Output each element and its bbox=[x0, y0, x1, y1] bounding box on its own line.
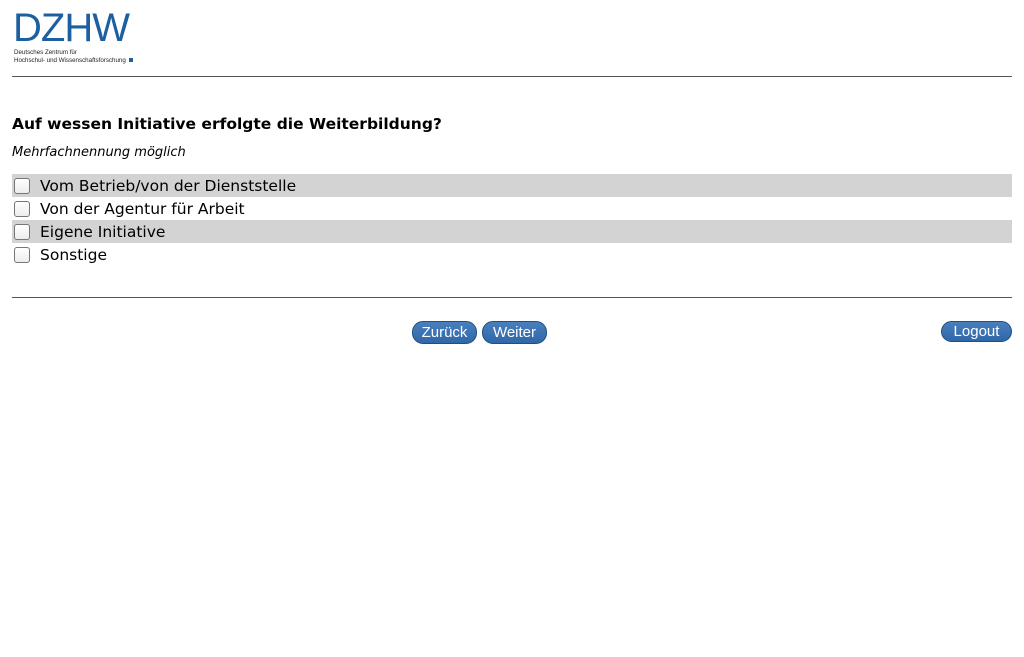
logout-button[interactable]: Logout bbox=[941, 321, 1012, 342]
answer-options: Vom Betrieb/von der Dienststelle Von der… bbox=[12, 174, 1012, 266]
checkbox-sonstige[interactable] bbox=[14, 246, 30, 263]
option-row-eigene-initiative[interactable]: Eigene Initiative bbox=[12, 220, 1012, 243]
option-label-agentur: Von der Agentur für Arbeit bbox=[40, 199, 245, 218]
next-button[interactable]: Weiter bbox=[482, 321, 547, 344]
option-label-eigene-initiative: Eigene Initiative bbox=[40, 222, 166, 241]
logo-subtitle-line2-wrap: Hochschul- und Wissenschaftsforschung bbox=[14, 57, 133, 64]
logo-subtitle-line2: Hochschul- und Wissenschaftsforschung bbox=[14, 57, 126, 64]
question-title: Auf wessen Initiative erfolgte die Weite… bbox=[12, 115, 442, 133]
checkbox-betrieb[interactable] bbox=[14, 177, 30, 194]
option-label-betrieb: Vom Betrieb/von der Dienststelle bbox=[40, 176, 297, 195]
back-button[interactable]: Zurück bbox=[412, 321, 477, 344]
option-row-agentur[interactable]: Von der Agentur für Arbeit bbox=[12, 197, 1012, 220]
dzhw-logo: DZHW Deutsches Zentrum für Hochschul- un… bbox=[13, 8, 145, 68]
logo-wordmark: DZHW bbox=[13, 6, 130, 50]
checkbox-agentur[interactable] bbox=[14, 200, 30, 217]
option-row-sonstige[interactable]: Sonstige bbox=[12, 243, 1012, 266]
option-row-betrieb[interactable]: Vom Betrieb/von der Dienststelle bbox=[12, 174, 1012, 197]
logo-subtitle-line1: Deutsches Zentrum für bbox=[14, 49, 77, 56]
question-hint: Mehrfachnennung möglich bbox=[12, 145, 186, 160]
logo-square-icon bbox=[128, 58, 133, 63]
footer-divider bbox=[12, 297, 1012, 298]
checkbox-eigene-initiative[interactable] bbox=[14, 223, 30, 240]
header-divider bbox=[12, 76, 1012, 77]
option-label-sonstige: Sonstige bbox=[40, 245, 107, 264]
